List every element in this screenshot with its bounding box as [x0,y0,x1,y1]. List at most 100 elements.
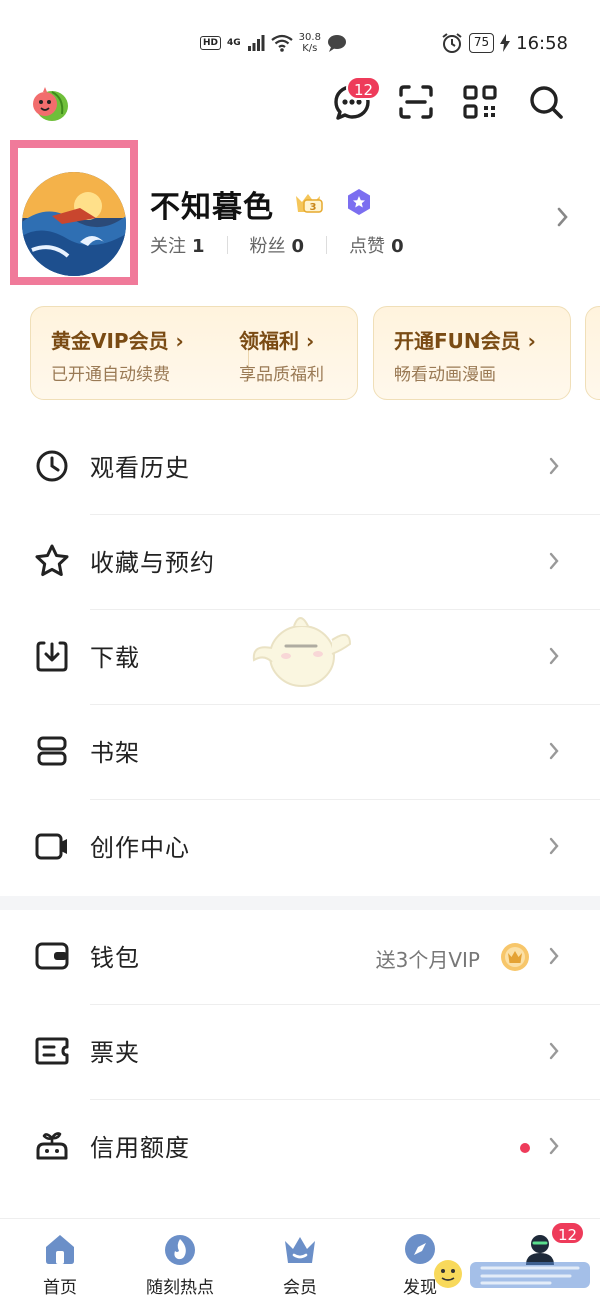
section-separator [0,896,600,910]
fun-vip-cell: 开通FUN会员 › 畅看动画漫画 [394,325,536,385]
qr-code-icon[interactable] [460,82,500,122]
home-icon [46,1235,74,1264]
site-watermark-icon [434,1260,590,1288]
tab-vip[interactable]: 会员 [240,1231,360,1298]
verified-hex-icon [348,189,370,215]
speed-unit: K/s [302,43,318,54]
gold-vip-title: 黄金VIP会员 › [51,329,184,353]
stat-divider [226,236,228,254]
chevron-right-icon [549,457,559,475]
credit-icon [36,1132,68,1160]
avatar-image [22,172,126,276]
message-badge: 12 [346,76,382,100]
stat-label: 关注 [150,236,186,257]
clock-time: 16:58 [516,32,568,54]
menu-label: 观看历史 [90,454,190,482]
search-icon[interactable] [526,82,566,122]
wallet-promo-text: 送3个月VIP [375,948,480,972]
menu-row-tickets[interactable]: 票夹 [0,1005,600,1100]
stat-label: 点赞 [349,236,386,257]
menu-row-favorites[interactable]: 收藏与预约 [0,515,600,610]
battery-level: 75 [468,33,495,53]
menu-label: 钱包 [90,944,140,972]
chat-bubble-icon [327,35,346,52]
welfare-cell[interactable]: 领福利 › 享品质福利 [239,325,324,385]
stat-divider [326,236,328,254]
star-icon [35,544,69,576]
wifi-icon [270,34,293,52]
status-bar: HD 4G 30.8 K/s 75 16:58 [0,28,600,62]
status-right: 75 16:58 [441,32,568,54]
crown-coin-icon [501,943,529,971]
notification-dot [520,1143,530,1153]
me-badge: 12 [550,1221,586,1245]
hd-indicator: HD [200,36,222,50]
menu-label: 创作中心 [90,834,190,862]
download-icon [36,641,68,672]
video-camera-icon [35,833,67,860]
menu-row-credit[interactable]: 信用额度 [0,1100,600,1195]
profile-chevron-icon[interactable] [556,206,570,228]
avatar[interactable] [22,172,126,276]
chevron-right-icon [549,742,559,760]
clock-icon [36,450,68,482]
network-speed: 30.8 K/s [299,32,321,54]
app-logo-icon[interactable] [28,84,70,124]
menu-row-bookshelf[interactable]: 书架 [0,705,600,800]
stat-value: 0 [391,236,404,257]
app-page: HD 4G 30.8 K/s 75 16:58 12 不知暮色 3 关注 1 粉… [0,0,600,1300]
profile-stats: 关注 1 粉丝 0 点赞 0 [150,232,404,258]
gold-vip-subtitle: 已开通自动续费 [51,365,170,385]
chevron-right-icon [549,552,559,570]
tab-home[interactable]: 首页 [0,1231,120,1298]
stat-value: 1 [192,236,205,257]
menu-row-history[interactable]: 观看历史 [0,420,600,515]
alarm-icon [442,33,462,53]
signal-icon [247,35,265,51]
menu-row-creator-center[interactable]: 创作中心 [0,800,600,895]
welfare-subtitle: 享品质福利 [239,365,324,385]
gold-vip-cell[interactable]: 黄金VIP会员 › 已开通自动续费 [51,325,184,385]
gold-vip-card: 黄金VIP会员 › 已开通自动续费 领福利 › 享品质福利 [30,306,358,400]
bookshelf-icon [37,736,67,766]
menu-row-wallet[interactable]: 钱包 送3个月VIP [0,910,600,1005]
next-vip-card-peek[interactable] [585,306,600,400]
scan-icon[interactable] [396,82,436,122]
status-left: HD 4G 30.8 K/s [200,32,347,54]
stat-follow[interactable]: 关注 1 [150,232,205,258]
tab-label: 首页 [43,1278,77,1298]
network-type: 4G [227,38,241,48]
chevron-right-icon [549,1042,559,1060]
messages-button[interactable]: 12 [332,76,382,122]
tab-hot[interactable]: 随刻热点 [120,1231,240,1298]
stat-label: 粉丝 [249,236,286,257]
tab-label: 随刻热点 [146,1278,214,1298]
menu-label: 票夹 [90,1039,140,1067]
username: 不知暮色 [150,190,274,225]
menu-label: 信用额度 [90,1134,190,1162]
stat-value: 0 [291,236,305,257]
chevron-right-icon [549,947,559,965]
fun-vip-card[interactable]: 开通FUN会员 › 畅看动画漫画 [373,306,571,400]
tab-label: 会员 [283,1278,317,1298]
menu-label: 收藏与预约 [90,549,215,577]
chevron-right-icon [549,647,559,665]
svg-text:3: 3 [310,202,317,213]
stat-fans[interactable]: 粉丝 0 [250,232,305,258]
ticket-icon [35,1037,69,1065]
menu-label: 下载 [90,644,140,672]
flame-icon [165,1235,195,1265]
charging-icon [500,34,511,52]
speed-value: 30.8 [298,32,321,43]
fun-vip-title: 开通FUN会员 › [394,329,536,353]
crown-icon [285,1237,315,1263]
welfare-title: 领福利 › [239,329,315,353]
stat-likes[interactable]: 点赞 0 [349,232,404,258]
chevron-right-icon [549,837,559,855]
top-bar: 12 [0,76,600,128]
mascot-watermark-icon [252,617,352,687]
wallet-icon [35,942,69,970]
menu-label: 书架 [90,739,140,767]
chevron-right-icon [549,1137,559,1155]
fun-vip-subtitle: 畅看动画漫画 [394,365,496,385]
